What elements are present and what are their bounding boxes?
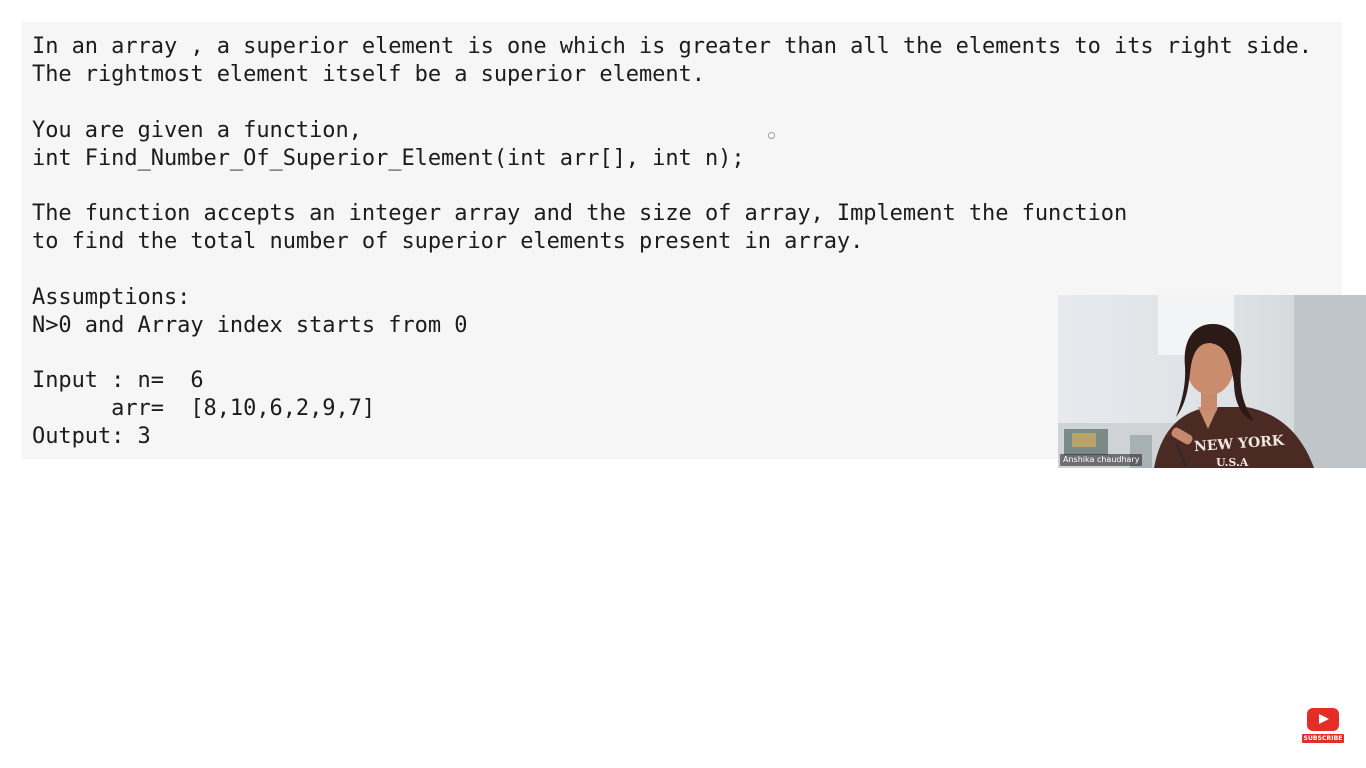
presenter-name-label: Anshika chaudhary (1060, 454, 1143, 466)
presenter-webcam: NEW YORK U.S.A Anshika chaudhary (1058, 295, 1366, 468)
assumptions-heading: Assumptions: (32, 285, 191, 310)
output-line: Output: 3 (32, 424, 151, 449)
task-line: The function accepts an integer array an… (32, 201, 1128, 226)
subscribe-button[interactable]: SUBSCRIBE (1302, 708, 1344, 744)
statement-line: The rightmost element itself be a superi… (32, 62, 705, 87)
youtube-play-icon (1307, 708, 1339, 731)
task-line: to find the total number of superior ele… (32, 229, 864, 254)
presenter-video-frame: NEW YORK U.S.A (1058, 295, 1366, 468)
subscribe-label: SUBSCRIBE (1302, 734, 1344, 743)
function-signature: int Find_Number_Of_Superior_Element(int … (32, 146, 745, 171)
shirt-text-line2: U.S.A (1216, 456, 1249, 468)
input-arr-line: arr= [8,10,6,2,9,7] (32, 396, 376, 421)
mouse-cursor-icon (768, 132, 775, 139)
assumptions-line: N>0 and Array index starts from 0 (32, 313, 468, 338)
input-n-line: Input : n= 6 (32, 368, 204, 393)
function-intro-line: You are given a function, (32, 118, 362, 143)
statement-line: In an array , a superior element is one … (32, 34, 1312, 59)
